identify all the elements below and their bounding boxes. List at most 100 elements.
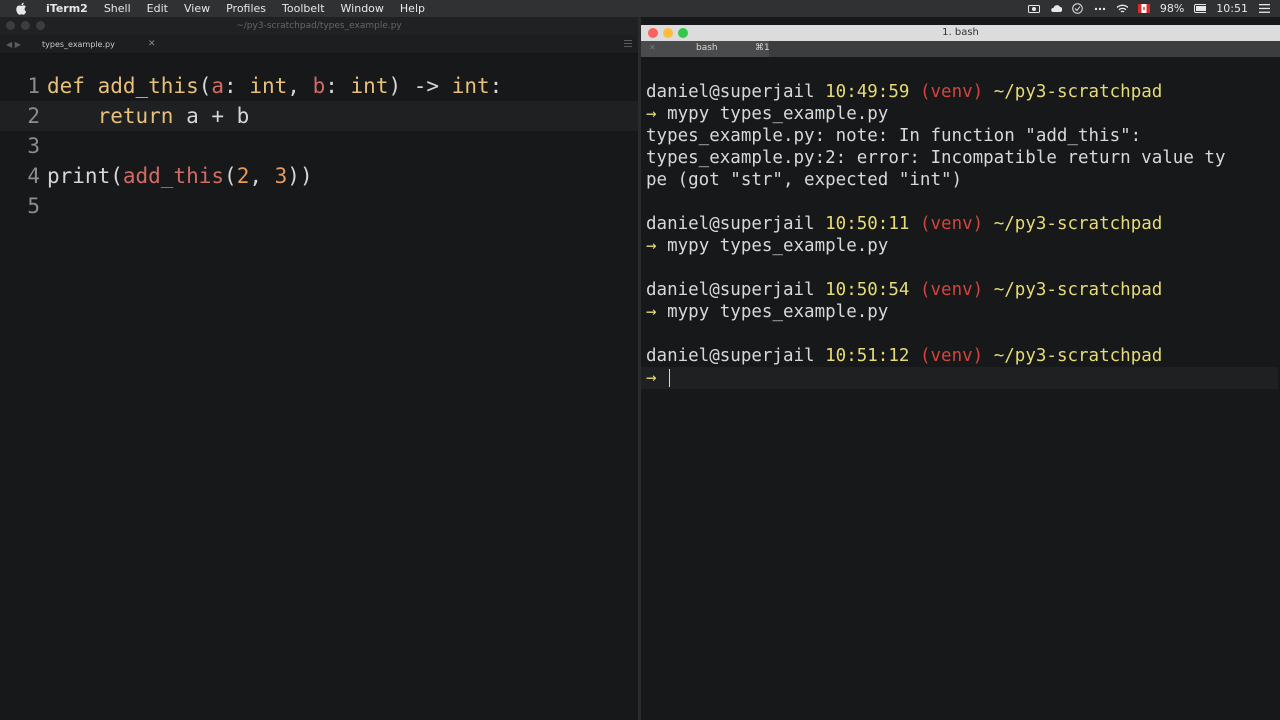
tab-bash[interactable]: ✕ bash ⌘1	[641, 41, 770, 57]
close-button[interactable]	[6, 21, 15, 30]
output-line: types_example.py:2: error: Incompatible …	[646, 148, 1226, 168]
terminal-window-title: 1. bash	[942, 27, 979, 38]
code-line[interactable]: 2 return a + b	[0, 101, 638, 131]
prompt-time: 10:49:59	[825, 82, 910, 102]
command-line[interactable]: →	[641, 367, 1278, 389]
code-token: ))	[287, 164, 313, 188]
code-line[interactable]: 1 def add_this(a: int, b: int) -> int:	[0, 71, 638, 101]
checkmark-icon[interactable]	[1072, 3, 1084, 15]
code-token: (	[110, 164, 123, 188]
code-line[interactable]: 5	[0, 191, 638, 221]
editor-tabbar: ◀ ▶ types_example.py ✕	[0, 35, 638, 54]
prompt-time: 10:51:12	[825, 346, 910, 366]
menubar: iTerm2 Shell Edit View Profiles Toolbelt…	[0, 0, 1280, 17]
prompt-venv: (venv)	[919, 82, 984, 102]
cloud-icon[interactable]	[1050, 3, 1062, 15]
tab-shortcut: ⌘1	[755, 43, 770, 53]
clock: 10:51	[1216, 2, 1248, 15]
prompt-user: daniel@superjail	[646, 82, 815, 102]
close-tab-icon[interactable]: ✕	[649, 43, 656, 52]
editor-titlebar: ~/py3-scratchpad/types_example.py	[0, 17, 638, 35]
code-token: :	[325, 74, 351, 98]
line-number: 5	[27, 194, 40, 218]
prompt-path: ~/py3-scratchpad	[993, 214, 1163, 234]
menu-help[interactable]: Help	[392, 0, 433, 17]
terminal-window: 1. bash ✕ bash ⌘1 daniel@superjail 10:49…	[641, 25, 1280, 720]
prompt-time: 10:50:11	[825, 214, 910, 234]
code-token: b	[312, 74, 326, 98]
tab-nav-arrows-icon[interactable]: ◀ ▶	[0, 40, 34, 49]
prompt-line: daniel@superjail 10:51:12 (venv) ~/py3-s…	[646, 345, 1276, 367]
code-text: return a + b	[47, 101, 250, 131]
code-text: print(add_this(2, 3))	[47, 161, 313, 191]
line-number: 2	[27, 104, 40, 128]
code-token: :	[224, 74, 250, 98]
zoom-button[interactable]	[678, 28, 688, 38]
code-line[interactable]: 3	[0, 131, 638, 161]
prompt-arrow-icon: →	[646, 368, 657, 388]
window-controls	[6, 21, 45, 30]
terminal-output[interactable]: daniel@superjail 10:49:59 (venv) ~/py3-s…	[641, 81, 1278, 389]
more-icon[interactable]	[1094, 3, 1106, 15]
flag-icon[interactable]	[1137, 3, 1150, 15]
minimize-button[interactable]	[663, 28, 673, 38]
code-token: int	[451, 74, 490, 98]
prompt-venv: (venv)	[919, 346, 984, 366]
menu-shell[interactable]: Shell	[96, 0, 139, 17]
code-token: 2	[236, 164, 250, 188]
apple-icon[interactable]	[14, 2, 28, 16]
line-number: 1	[27, 74, 40, 98]
menu-list-icon[interactable]	[1258, 3, 1270, 15]
window-controls	[648, 28, 688, 38]
status-area: 98% 10:51	[1027, 2, 1280, 15]
battery-icon[interactable]	[1194, 3, 1207, 15]
menu-app[interactable]: iTerm2	[38, 0, 96, 17]
code-editor[interactable]: 1 def add_this(a: int, b: int) -> int: 2 r…	[0, 71, 638, 221]
command-line: → mypy types_example.py	[646, 301, 1276, 323]
prompt-path: ~/py3-scratchpad	[993, 82, 1163, 102]
output-line: types_example.py: note: In function "add…	[646, 126, 1142, 146]
minimize-button[interactable]	[21, 21, 30, 30]
tab-label: types_example.py	[42, 39, 115, 49]
prompt-line: daniel@superjail 10:49:59 (venv) ~/py3-s…	[646, 81, 1276, 103]
code-text: def add_this(a: int, b: int) -> int:	[47, 71, 502, 101]
menu-edit[interactable]: Edit	[139, 0, 176, 17]
command-text: mypy types_example.py	[667, 236, 889, 256]
prompt-user: daniel@superjail	[646, 214, 815, 234]
menu-view[interactable]: View	[176, 0, 218, 17]
prompt-user: daniel@superjail	[646, 280, 815, 300]
tab-label: bash	[696, 43, 718, 53]
close-tab-icon[interactable]: ✕	[148, 39, 156, 49]
prompt-path: ~/py3-scratchpad	[993, 346, 1163, 366]
close-button[interactable]	[648, 28, 658, 38]
menu-toolbelt[interactable]: Toolbelt	[274, 0, 333, 17]
code-line[interactable]: 4 print(add_this(2, 3))	[0, 161, 638, 191]
code-token: (	[198, 74, 212, 98]
wifi-icon[interactable]	[1116, 3, 1128, 15]
zoom-button[interactable]	[36, 21, 45, 30]
code-token: return	[47, 104, 174, 128]
code-token: a	[211, 74, 225, 98]
code-token: int	[350, 74, 389, 98]
prompt-arrow-icon: →	[646, 104, 657, 124]
camera-icon[interactable]	[1027, 3, 1040, 15]
prompt-path: ~/py3-scratchpad	[993, 280, 1163, 300]
code-token: print	[47, 164, 111, 188]
tab-menu-icon[interactable]	[624, 38, 632, 48]
editor-window-title: ~/py3-scratchpad/types_example.py	[236, 21, 402, 31]
command-text: mypy types_example.py	[667, 104, 889, 124]
tab-types-example[interactable]: types_example.py ✕	[34, 39, 162, 49]
line-number: 4	[27, 164, 40, 188]
menu-profiles[interactable]: Profiles	[218, 0, 274, 17]
code-token: ,	[287, 74, 313, 98]
prompt-line: daniel@superjail 10:50:11 (venv) ~/py3-s…	[646, 213, 1276, 235]
prompt-arrow-icon: →	[646, 302, 657, 322]
prompt-time: 10:50:54	[825, 280, 910, 300]
menu-window[interactable]: Window	[333, 0, 392, 17]
prompt-arrow-icon: →	[646, 236, 657, 256]
code-token: add_this	[97, 74, 199, 98]
code-token: int	[249, 74, 288, 98]
prompt-venv: (venv)	[919, 214, 984, 234]
terminal-tabbar: ✕ bash ⌘1	[641, 41, 1280, 57]
